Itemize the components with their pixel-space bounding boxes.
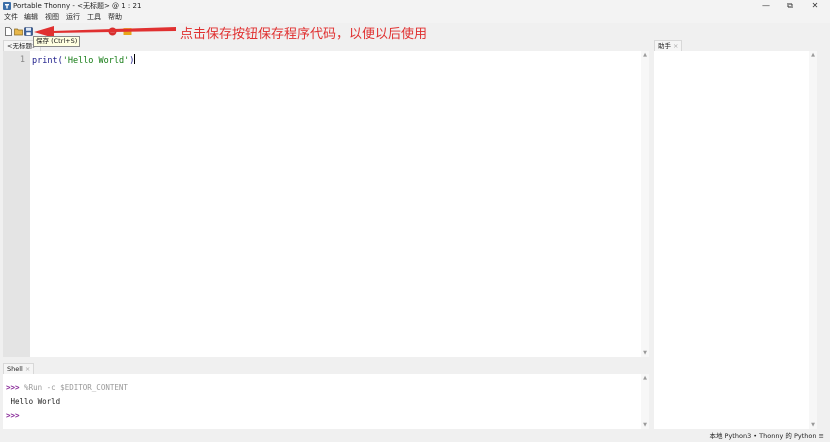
- menu-bar: 文件 编辑 视图 运行 工具 帮助: [0, 12, 830, 23]
- scroll-down-icon[interactable]: ▼: [641, 349, 649, 357]
- code-editor[interactable]: 1 print('Hello World') ▲ ▼: [3, 51, 649, 357]
- close-window-button[interactable]: ✕: [801, 0, 829, 12]
- code-func: print(: [32, 56, 63, 66]
- stop-icon[interactable]: [108, 27, 117, 36]
- panel-splitter[interactable]: [3, 357, 649, 363]
- save-tooltip: 保存 (Ctrl+S): [33, 36, 81, 47]
- new-file-icon[interactable]: [4, 27, 13, 36]
- menu-edit[interactable]: 编辑: [24, 12, 38, 23]
- scroll-up-icon[interactable]: ▲: [641, 374, 649, 382]
- tab-shell-label: Shell: [7, 365, 23, 373]
- status-bar: 本地 Python3 • Thonny 的 Python ≡: [0, 430, 830, 442]
- interpreter-status[interactable]: 本地 Python3 • Thonny 的 Python ≡: [709, 431, 824, 441]
- line-number: 1: [19, 55, 25, 65]
- tab-assistant[interactable]: 助手 ×: [654, 40, 683, 51]
- close-tab-icon[interactable]: ×: [25, 365, 30, 373]
- shell-prompt: >>>: [6, 411, 20, 420]
- code-line[interactable]: print('Hello World'): [32, 54, 136, 67]
- scroll-down-icon[interactable]: ▼: [641, 421, 649, 429]
- title-bar: Portable Thonny - <无标题> @ 1 : 21 — ⧉ ✕: [0, 0, 830, 12]
- shell-input-line[interactable]: >>>: [6, 411, 20, 421]
- save-icon[interactable]: [24, 27, 33, 36]
- scroll-up-icon[interactable]: ▲: [641, 51, 649, 59]
- code-string: 'Hello World': [62, 56, 130, 66]
- window-title: Portable Thonny - <无标题> @ 1 : 21: [13, 2, 142, 10]
- shell-run-line: >>> %Run -c $EDITOR_CONTENT: [6, 383, 128, 393]
- thonny-app-icon: [3, 2, 11, 10]
- close-tab-icon[interactable]: ×: [673, 42, 678, 50]
- menu-view[interactable]: 视图: [45, 12, 59, 23]
- menu-file[interactable]: 文件: [4, 12, 18, 23]
- assistant-scrollbar[interactable]: ▲ ▼: [809, 51, 817, 429]
- quit-icon[interactable]: [123, 27, 132, 36]
- shell-prompt: >>>: [6, 383, 20, 392]
- menu-run[interactable]: 运行: [66, 12, 80, 23]
- editor-scrollbar[interactable]: ▲ ▼: [641, 51, 649, 357]
- text-caret: [134, 54, 136, 64]
- assistant-panel: ▲ ▼: [654, 51, 817, 429]
- maximize-button[interactable]: ⧉: [776, 0, 804, 12]
- scroll-up-icon[interactable]: ▲: [809, 51, 817, 59]
- shell-scrollbar[interactable]: ▲ ▼: [641, 374, 649, 429]
- tab-shell[interactable]: Shell ×: [3, 363, 35, 374]
- annotation-text: 点击保存按钮保存程序代码，以便以后使用: [180, 27, 428, 42]
- shell-output: Hello World: [6, 397, 61, 406]
- shell-command: %Run -c $EDITOR_CONTENT: [19, 383, 128, 392]
- scroll-down-icon[interactable]: ▼: [809, 421, 817, 429]
- menu-tools[interactable]: 工具: [87, 12, 101, 23]
- open-folder-icon[interactable]: [14, 27, 23, 36]
- shell-panel[interactable]: >>> %Run -c $EDITOR_CONTENT Hello World …: [3, 374, 649, 429]
- menu-help[interactable]: 帮助: [108, 12, 122, 23]
- tab-assistant-label: 助手: [658, 42, 671, 50]
- line-number-gutter: 1: [3, 51, 30, 357]
